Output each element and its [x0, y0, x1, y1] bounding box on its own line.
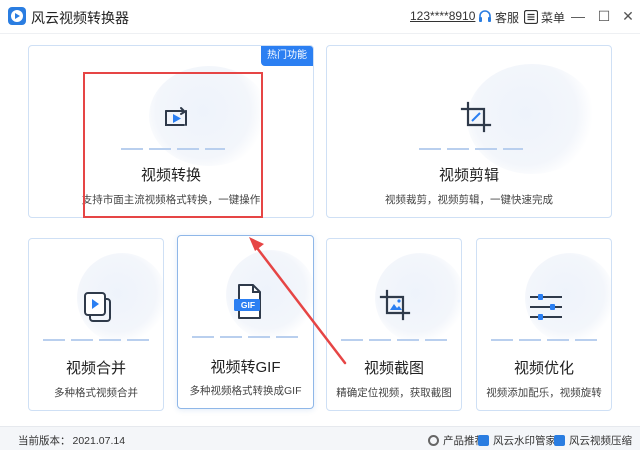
card-divider	[121, 148, 225, 150]
card-video-screenshot[interactable]: 视频截图 精确定位视频，获取截图	[326, 238, 462, 411]
card-title: 视频转换	[140, 167, 201, 184]
promo-watermark-label: 风云水印管家	[493, 435, 556, 447]
card-description: 视频裁剪，视频剪辑，一键快速完成	[385, 194, 553, 206]
card-description: 多种格式视频合并	[54, 387, 138, 399]
card-video-merge[interactable]: 视频合并 多种格式视频合并	[28, 238, 164, 411]
card-video-optimize[interactable]: 视频优化 视频添加配乐，视频旋转	[476, 238, 612, 411]
version-label: 当前版本：	[18, 435, 71, 447]
card-title: 视频截图	[363, 360, 424, 377]
card-description: 支持市面主流视频格式转换，一键操作	[81, 194, 261, 206]
crop-icon	[460, 101, 492, 133]
card-divider	[192, 336, 300, 338]
card-video-to-gif[interactable]: GIF 视频转GIF 多种视频格式转换成GIF	[177, 235, 314, 409]
gear-icon	[428, 435, 439, 446]
card-description: 多种视频格式转换成GIF	[189, 385, 302, 397]
convert-loop-icon	[165, 107, 187, 126]
menu-label: 菜单	[541, 10, 566, 25]
account-link[interactable]: 123****8910	[410, 9, 475, 23]
minimize-button[interactable]: —	[568, 6, 588, 26]
card-title: 视频合并	[65, 360, 126, 377]
maximize-button[interactable]: ☐	[594, 6, 614, 26]
crop-image-icon	[379, 289, 411, 321]
card-title: 视频转GIF	[210, 359, 281, 376]
watermark-app-icon	[478, 435, 489, 446]
hot-feature-badge: 热门功能	[261, 46, 313, 66]
promo-compress-link[interactable]: 风云视频压缩	[554, 433, 632, 448]
promo-watermark-link[interactable]: 风云水印管家	[478, 433, 556, 448]
card-description: 精确定位视频，获取截图	[336, 387, 452, 399]
gif-icon-label: GIF	[240, 300, 256, 310]
card-video-convert[interactable]: 热门功能 视频转换 支持市面主流视频格式转换，一键操作	[28, 45, 314, 218]
card-divider	[43, 339, 151, 341]
card-title: 视频剪辑	[438, 167, 499, 184]
compress-app-icon	[554, 435, 565, 446]
card-divider	[491, 339, 599, 341]
app-title: 风云视频转换器	[31, 10, 129, 26]
promo-compress-label: 风云视频压缩	[569, 435, 632, 447]
customer-service-button[interactable]: 客服	[478, 8, 519, 26]
version-info: 当前版本： 2021.07.14	[16, 433, 125, 448]
menu-button[interactable]: 菜单	[524, 8, 565, 26]
customer-service-label: 客服	[495, 10, 520, 25]
merge-video-icon	[84, 292, 111, 322]
card-title: 视频优化	[513, 360, 574, 377]
close-button[interactable]: ✕	[618, 6, 638, 26]
menu-icon	[524, 10, 538, 24]
app-logo-icon	[8, 7, 26, 25]
card-divider	[341, 339, 449, 341]
card-divider	[419, 148, 523, 150]
sliders-icon	[530, 294, 562, 320]
version-number: 2021.07.14	[72, 435, 126, 447]
card-video-edit[interactable]: 视频剪辑 视频裁剪，视频剪辑，一键快速完成	[326, 45, 612, 218]
title-bar: 风云视频转换器 123****8910 客服 菜单 — ☐ ✕	[0, 0, 640, 34]
status-bar: 当前版本： 2021.07.14 产品推荐: 风云水印管家 风云视频压缩	[0, 426, 640, 450]
card-description: 视频添加配乐，视频旋转	[486, 387, 602, 399]
headset-icon	[479, 10, 491, 22]
